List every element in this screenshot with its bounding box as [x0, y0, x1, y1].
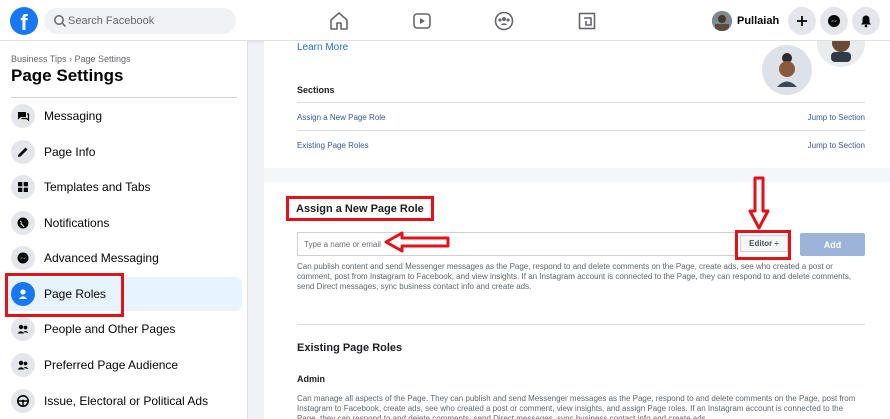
- sidebar-item-political-ads[interactable]: Issue, Electoral or Political Ads: [6, 384, 242, 418]
- plus-icon: [797, 16, 807, 26]
- section-separator: [264, 168, 890, 182]
- sidebar-item-page-info[interactable]: Page Info: [6, 135, 242, 169]
- sidebar-item-label: Page Info: [44, 145, 96, 159]
- create-button[interactable]: [788, 7, 816, 35]
- messenger-icon: [828, 15, 840, 27]
- highlight-box: [735, 230, 791, 260]
- profile-name: Pullaiah: [737, 15, 780, 27]
- notifications-icon: [861, 15, 871, 28]
- search-input[interactable]: [68, 12, 228, 30]
- gaming-icon[interactable]: [574, 8, 600, 34]
- sidebar-item-notifications[interactable]: Notifications: [6, 206, 242, 240]
- speech-bubble-icon: [11, 104, 35, 128]
- page-title: Page Settings: [11, 66, 124, 85]
- highlight-box: [5, 273, 124, 317]
- sidebar-item-label: Notifications: [44, 216, 110, 230]
- globe-icon: [11, 211, 35, 235]
- sidebar-item-people-and-other-pages[interactable]: People and Other Pages: [6, 312, 242, 346]
- divider: [11, 97, 237, 98]
- sidebar-item-label: People and Other Pages: [44, 322, 176, 336]
- notifications-button[interactable]: [852, 7, 880, 35]
- learn-more-link[interactable]: Learn More: [297, 42, 348, 53]
- search-box[interactable]: [44, 8, 236, 34]
- divider: [297, 324, 865, 325]
- messenger-icon: [11, 246, 35, 270]
- sidebar-item-label: Issue, Electoral or Political Ads: [44, 394, 209, 408]
- name-or-email-input[interactable]: [298, 233, 736, 255]
- top-navigation-bar: f Pullaiah: [0, 0, 890, 41]
- facebook-logo[interactable]: f: [10, 7, 38, 35]
- people-icon: [11, 353, 35, 377]
- section-link-assign-role[interactable]: Assign a New Page Role: [297, 113, 386, 122]
- sidebar-item-label: Advanced Messaging: [44, 251, 159, 265]
- groups-icon[interactable]: [491, 8, 517, 34]
- pencil-icon: [11, 140, 35, 164]
- divider: [297, 130, 865, 131]
- admin-role-description: Can manage all aspects of the Page. They…: [297, 394, 856, 419]
- highlight-box: [286, 196, 434, 221]
- sidebar-item-preferred-page-audience[interactable]: Preferred Page Audience: [6, 348, 242, 382]
- avatar: [712, 11, 732, 31]
- grid-icon: [11, 175, 35, 199]
- people-icon: [11, 317, 35, 341]
- settings-sidebar: Business Tips › Page Settings Page Setti…: [0, 41, 248, 419]
- steering-wheel-icon: [11, 389, 35, 413]
- left-arrow-icon: [384, 231, 450, 253]
- illustration-avatar: [762, 45, 812, 95]
- home-icon[interactable]: [326, 8, 352, 34]
- existing-roles-heading: Existing Page Roles: [297, 342, 403, 354]
- breadcrumb[interactable]: Business Tips › Page Settings: [11, 54, 131, 64]
- section-link-existing-roles[interactable]: Existing Page Roles: [297, 141, 369, 150]
- sidebar-item-label: Templates and Tabs: [44, 180, 151, 194]
- profile-link[interactable]: Pullaiah: [712, 9, 779, 33]
- jump-to-section-link[interactable]: Jump to Section: [808, 141, 865, 150]
- messenger-button[interactable]: [820, 7, 848, 35]
- sidebar-item-messaging[interactable]: Messaging: [6, 99, 242, 133]
- sidebar-item-templates-and-tabs[interactable]: Templates and Tabs: [6, 170, 242, 204]
- sidebar-item-advanced-messaging[interactable]: Advanced Messaging: [6, 241, 242, 275]
- divider: [297, 102, 865, 103]
- illustration-avatar: [817, 41, 865, 67]
- jump-to-section-link[interactable]: Jump to Section: [808, 113, 865, 122]
- admin-role-label: Admin: [297, 374, 325, 384]
- search-icon: [54, 15, 67, 28]
- name-or-email-field[interactable]: [297, 232, 737, 256]
- sections-heading: Sections: [297, 85, 335, 95]
- page-roles-panel: Learn More Sections Assign a New Page Ro…: [264, 41, 890, 419]
- add-button[interactable]: Add: [800, 233, 865, 256]
- watch-icon[interactable]: [409, 8, 435, 34]
- down-arrow-icon: [748, 176, 770, 230]
- sidebar-item-label: Preferred Page Audience: [44, 358, 179, 372]
- sidebar-item-label: Messaging: [44, 109, 103, 123]
- editor-role-description: Can publish content and send Messenger m…: [297, 262, 852, 291]
